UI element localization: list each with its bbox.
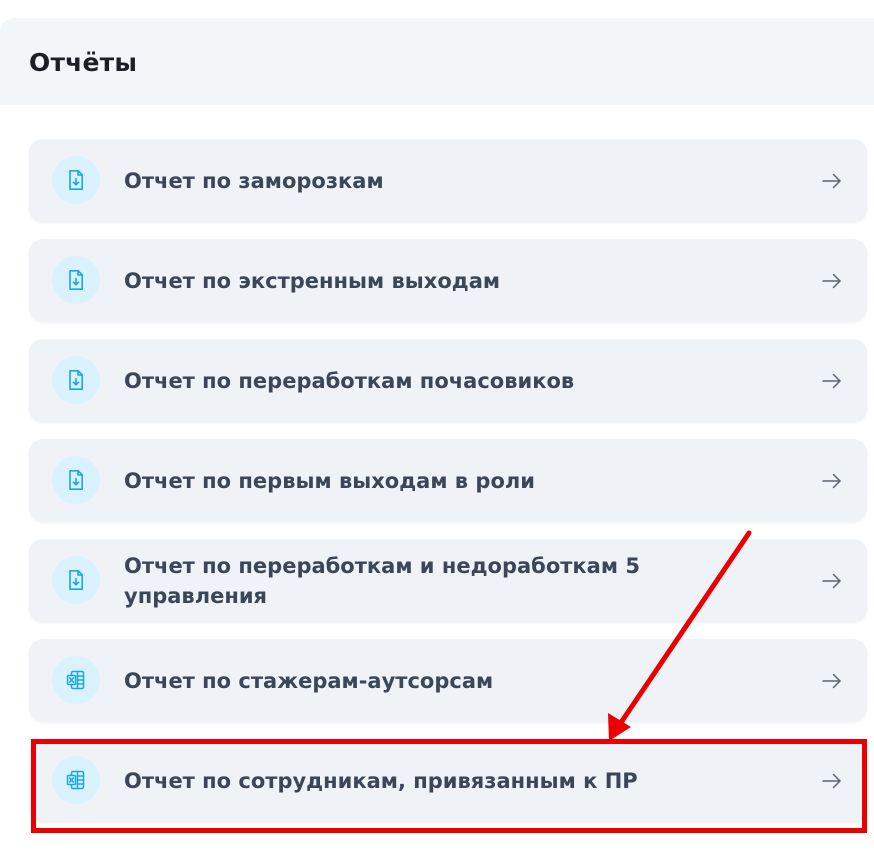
arrow-right-icon [822, 773, 841, 788]
arrow-right-icon [822, 573, 841, 588]
file-download-icon [52, 256, 100, 304]
report-item-first-role-shifts[interactable]: Отчет по первым выходам в роли [29, 439, 867, 522]
file-download-icon [52, 156, 100, 204]
excel-file-icon [52, 756, 100, 804]
arrow-right-icon [822, 273, 841, 288]
arrow-right-icon [822, 173, 841, 188]
reports-page: Отчёты Отчет по заморозкам Отчет по экст… [0, 0, 874, 854]
report-item-label: Отчет по сотрудникам, привязанным к ПР [124, 768, 638, 793]
report-item-outsource-interns[interactable]: Отчет по стажерам-аутсорсам [29, 639, 867, 722]
arrow-right-icon [822, 473, 841, 488]
report-item-label: Отчет по экстренным выходам [124, 268, 501, 293]
report-item-employees-linked-pr[interactable]: Отчет по сотрудникам, привязанным к ПР [29, 739, 867, 822]
report-item-label: Отчет по переработкам и недоработкам 5 у… [124, 553, 640, 608]
arrow-right-icon [822, 373, 841, 388]
report-item-hourly-overtime[interactable]: Отчет по переработкам почасовиков [29, 339, 867, 422]
report-item-overtime-undertime-5[interactable]: Отчет по переработкам и недоработкам 5 у… [29, 539, 867, 622]
file-download-icon [52, 356, 100, 404]
report-list: Отчет по заморозкам Отчет по экстренным … [29, 139, 867, 839]
report-item-freezes[interactable]: Отчет по заморозкам [29, 139, 867, 222]
report-item-label: Отчет по заморозкам [124, 168, 384, 193]
excel-file-icon [52, 656, 100, 704]
file-download-icon [52, 556, 100, 604]
reports-header: Отчёты [0, 18, 874, 105]
arrow-right-icon [822, 673, 841, 688]
page-title: Отчёты [29, 48, 138, 77]
file-download-icon [52, 456, 100, 504]
report-item-label: Отчет по первым выходам в роли [124, 468, 535, 493]
report-item-label: Отчет по стажерам-аутсорсам [124, 668, 494, 693]
report-item-label: Отчет по переработкам почасовиков [124, 368, 575, 393]
report-item-emergency-shifts[interactable]: Отчет по экстренным выходам [29, 239, 867, 322]
